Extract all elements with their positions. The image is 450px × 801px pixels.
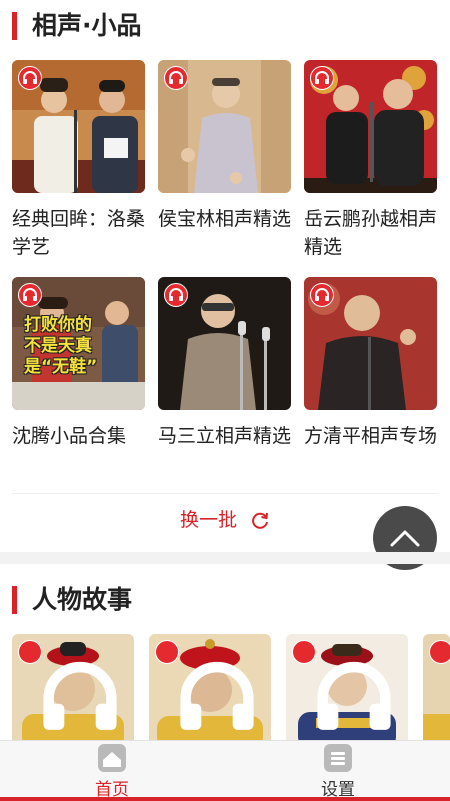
section-accent-bar (12, 12, 17, 40)
story-thumbnail[interactable] (12, 634, 134, 749)
home-icon (98, 744, 126, 772)
program-title[interactable]: 侯宝林相声精选 (158, 205, 296, 233)
tab-settings[interactable]: 设置 (283, 741, 393, 801)
section-gap (0, 552, 450, 564)
program-thumbnail[interactable] (12, 60, 145, 193)
headphones-icon (18, 640, 117, 730)
section-header-comedy: 相声·小品 (0, 2, 450, 46)
program-title[interactable]: 沈腾小品合集 (12, 422, 150, 450)
program-thumbnail[interactable]: 打败你的 不是天真 是“无鞋” (12, 277, 145, 410)
program-title[interactable]: 马三立相声精选 (158, 422, 296, 450)
program-title[interactable]: 经典回眸：洛桑学艺 (12, 205, 150, 261)
headphones-icon (310, 66, 334, 90)
refresh-label: 换一批 (179, 509, 237, 531)
program-title[interactable]: 方清平相声专场 (304, 422, 442, 450)
program-thumbnail[interactable] (158, 60, 291, 193)
tab-home[interactable]: 首页 (57, 741, 167, 801)
settings-icon (324, 744, 352, 772)
headphones-icon (164, 66, 188, 90)
program-thumbnail[interactable] (158, 277, 291, 410)
refresh-icon (250, 510, 270, 530)
section-title: 相声·小品 (32, 11, 142, 40)
program-thumbnail[interactable] (304, 60, 437, 193)
section-accent-bar (12, 586, 17, 614)
section-title: 人物故事 (32, 585, 133, 614)
headphones-icon (18, 283, 42, 307)
story-thumbnail[interactable] (423, 634, 450, 749)
headphones-icon (164, 283, 188, 307)
story-thumbnail[interactable] (286, 634, 408, 749)
bottom-tab-bar: 首页 设置 (0, 740, 450, 801)
headphones-icon (18, 66, 42, 90)
program-title[interactable]: 岳云鹏孙越相声精选 (304, 205, 442, 261)
story-thumbnail[interactable] (149, 634, 271, 749)
tab-active-indicator (0, 797, 450, 801)
headphones-icon (292, 640, 391, 730)
headphones-icon (155, 640, 254, 730)
headphones-icon (429, 640, 450, 664)
headphones-icon (310, 283, 334, 307)
program-thumbnail[interactable] (304, 277, 437, 410)
thumbnail-caption: 打败你的 不是天真 是“无鞋” (24, 315, 98, 377)
section-header-stories: 人物故事 (0, 576, 450, 620)
